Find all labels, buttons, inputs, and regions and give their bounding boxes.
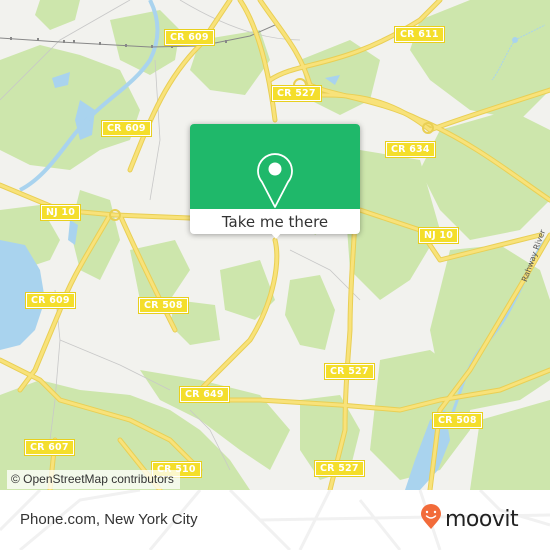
road-label-cr527: CR 527 [271,85,322,102]
take-me-there-button[interactable]: Take me there [190,209,360,234]
road-label-nj10: NJ 10 [417,227,460,244]
road-label-cr611: CR 611 [394,26,445,43]
road-label-cr607: CR 607 [24,439,75,456]
road-label-cr634: CR 634 [385,141,436,158]
destination-popup: Take me there [190,124,360,239]
road-label-cr508: CR 508 [432,412,483,429]
road-label-cr649: CR 649 [179,386,230,403]
road-label-nj10: NJ 10 [39,204,82,221]
footer-bar: Phone.com, New York City moovit [0,490,550,550]
map-view[interactable]: CR 609 CR 611 CR 527 CR 609 CR 634 NJ 10… [0,0,550,490]
map-attribution[interactable]: © OpenStreetMap contributors [7,470,180,489]
moovit-logo[interactable]: moovit [420,503,519,535]
place-name: Phone.com, New York City [20,511,198,528]
road-label-cr527: CR 527 [314,460,365,477]
moovit-smile-pin-icon [420,504,442,534]
road-label-cr609: CR 609 [25,292,76,309]
road-label-cr527: CR 527 [324,363,375,380]
road-label-cr609: CR 609 [164,29,215,46]
brand-name: moovit [445,506,519,532]
popup-header [190,124,360,209]
popup-tail [270,232,282,239]
road-label-cr508: CR 508 [138,297,189,314]
road-label-cr609: CR 609 [101,120,152,137]
